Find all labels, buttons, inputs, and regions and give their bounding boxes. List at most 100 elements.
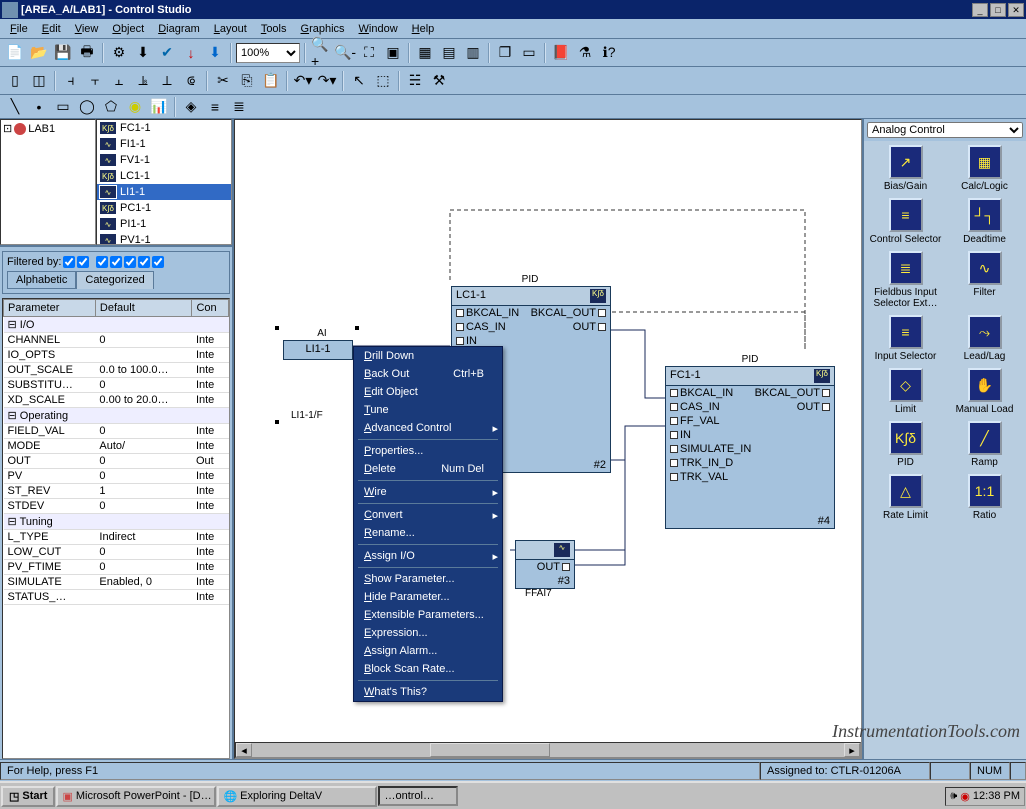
param-cell[interactable]: PV_FTIME — [4, 560, 96, 575]
filter-chk-5[interactable] — [124, 256, 136, 268]
scroll-thumb[interactable] — [430, 743, 550, 757]
tree-item[interactable]: K∫δFC1-1 — [97, 120, 231, 136]
maximize-button[interactable]: □ — [990, 3, 1006, 17]
param-cell[interactable]: Inte — [192, 393, 229, 408]
ctx-properties-[interactable]: Properties... — [354, 442, 502, 460]
scroll-right-icon[interactable]: ▸ — [844, 743, 860, 757]
palette-fieldbus-input-selector-ext-[interactable]: ≣Fieldbus Input Selector Ext… — [868, 251, 943, 309]
ctx-rename-[interactable]: Rename... — [354, 524, 502, 542]
param-cell[interactable]: Inte — [192, 545, 229, 560]
menu-edit[interactable]: Edit — [36, 21, 67, 37]
param-cell[interactable] — [95, 590, 192, 605]
palette-limit[interactable]: ◇Limit — [868, 368, 943, 415]
close-button[interactable]: ✕ — [1008, 3, 1024, 17]
block-ao[interactable]: ∿ OUT #3 — [515, 540, 575, 589]
param-cell[interactable]: Inte — [192, 590, 229, 605]
grid2-icon[interactable]: ▤ — [438, 42, 460, 64]
diagram-canvas[interactable]: AI LI1-1 LI1-1/F PID LC1-1K∫δ BKCAL_INBK… — [234, 119, 862, 759]
zoom-100-icon[interactable]: ▣ — [382, 42, 404, 64]
tray-icon[interactable]: 🕪 — [950, 790, 957, 803]
tree-item[interactable]: ∿LI1-1 — [97, 184, 231, 200]
download-icon[interactable]: ⬇ — [132, 42, 154, 64]
view1-icon[interactable]: ◈ — [180, 96, 202, 118]
param-cell[interactable] — [95, 348, 192, 363]
param-cell[interactable]: OUT_SCALE — [4, 363, 96, 378]
point-icon[interactable]: • — [28, 96, 50, 118]
grid1-icon[interactable]: ▦ — [414, 42, 436, 64]
system-tray[interactable]: 🕪 ◉ 12:38 PM — [945, 787, 1025, 806]
ctx-wire[interactable]: Wire — [354, 483, 502, 501]
misc1-icon[interactable]: ☵ — [404, 70, 426, 92]
zoom-select[interactable]: 100% — [236, 43, 300, 63]
param-cell[interactable]: IO_OPTS — [4, 348, 96, 363]
rect-icon[interactable]: ▭ — [52, 96, 74, 118]
arrow-down-blue-icon[interactable]: ⬇ — [204, 42, 226, 64]
tab-alphabetic[interactable]: Alphabetic — [7, 271, 76, 289]
menu-window[interactable]: Window — [353, 21, 404, 37]
palette-ramp[interactable]: ╱Ramp — [947, 421, 1022, 468]
param-cell[interactable]: Inte — [192, 560, 229, 575]
parameter-table[interactable]: ParameterDefaultCon⊟ I/O CHANNEL0Inte IO… — [2, 298, 230, 759]
param-cell[interactable]: Inte — [192, 439, 229, 454]
task-explorer[interactable]: 🌐Exploring DeltaV — [217, 786, 377, 807]
sel-handle[interactable] — [275, 326, 279, 330]
tab-categorized[interactable]: Categorized — [76, 271, 153, 289]
ctx-tune[interactable]: Tune — [354, 401, 502, 419]
ctx-extensible-parameters-[interactable]: Extensible Parameters... — [354, 606, 502, 624]
filter-chk-7[interactable] — [152, 256, 164, 268]
param-cell[interactable]: STATUS_… — [4, 590, 96, 605]
copy-icon[interactable]: ⎘ — [236, 70, 258, 92]
ellipse-icon[interactable]: ◯ — [76, 96, 98, 118]
param-cell[interactable]: Inte — [192, 348, 229, 363]
param-cell[interactable]: OUT — [4, 454, 96, 469]
sel-handle[interactable] — [275, 420, 279, 424]
tray-icon[interactable]: ◉ — [960, 790, 970, 803]
param-cell[interactable]: Inte — [192, 530, 229, 545]
palette-control-selector[interactable]: ≡Control Selector — [868, 198, 943, 245]
filter-chk-1[interactable] — [63, 256, 75, 268]
ctx-assign-alarm-[interactable]: Assign Alarm... — [354, 642, 502, 660]
param-cell[interactable]: L_TYPE — [4, 530, 96, 545]
palette-rate-limit[interactable]: △Rate Limit — [868, 474, 943, 521]
compile-icon[interactable]: ⚙ — [108, 42, 130, 64]
param-cell[interactable]: 0.00 to 20.0… — [95, 393, 192, 408]
menu-help[interactable]: Help — [406, 21, 441, 37]
param-cell[interactable]: Inte — [192, 378, 229, 393]
pointer-icon[interactable]: ↖ — [348, 70, 370, 92]
param-cell[interactable]: Enabled, 0 — [95, 575, 192, 590]
param-cell[interactable]: CHANNEL — [4, 333, 96, 348]
book-icon[interactable]: 📕 — [550, 42, 572, 64]
param-cell[interactable]: XD_SCALE — [4, 393, 96, 408]
palette-input-selector[interactable]: ≡Input Selector — [868, 315, 943, 362]
print-icon[interactable]: 🖶 — [76, 42, 98, 64]
param-cell[interactable]: 0 — [95, 424, 192, 439]
open-icon[interactable]: 📂 — [28, 42, 50, 64]
menu-layout[interactable]: Layout — [208, 21, 253, 37]
ctx-show-parameter-[interactable]: Show Parameter... — [354, 570, 502, 588]
algn1-icon[interactable]: ▯ — [4, 70, 26, 92]
save-icon[interactable]: 💾 — [52, 42, 74, 64]
tree-blocks[interactable]: K∫δFC1-1∿FI1-1∿FV1-1K∫δLC1-1∿LI1-1K∫δPC1… — [96, 119, 232, 245]
algn5-icon[interactable]: ⫠ — [108, 70, 130, 92]
tree-item[interactable]: K∫δLC1-1 — [97, 168, 231, 184]
ctx-delete[interactable]: DeleteNum Del — [354, 460, 502, 478]
param-cell[interactable]: LOW_CUT — [4, 545, 96, 560]
tree-item[interactable]: ∿PV1-1 — [97, 232, 231, 245]
param-group[interactable]: ⊟ Tuning — [4, 514, 229, 530]
select-icon[interactable]: ⬚ — [372, 70, 394, 92]
param-cell[interactable]: MODE — [4, 439, 96, 454]
param-header[interactable]: Con — [192, 300, 229, 317]
zoom-fit-icon[interactable]: ⛶ — [358, 42, 380, 64]
ctx-edit-object[interactable]: Edit Object — [354, 383, 502, 401]
chart-icon[interactable]: 📊 — [148, 96, 170, 118]
palette-calc-logic[interactable]: ▦Calc/Logic — [947, 145, 1022, 192]
param-cell[interactable]: Inte — [192, 333, 229, 348]
param-cell[interactable]: 0 — [95, 454, 192, 469]
tree-item[interactable]: ∿FV1-1 — [97, 152, 231, 168]
param-group[interactable]: ⊟ I/O — [4, 317, 229, 333]
param-header[interactable]: Default — [95, 300, 192, 317]
scroll-left-icon[interactable]: ◂ — [236, 743, 252, 757]
palette-deadtime[interactable]: ┘┐Deadtime — [947, 198, 1022, 245]
palette-lead-lag[interactable]: ⤳Lead/Lag — [947, 315, 1022, 362]
line-icon[interactable]: ╲ — [4, 96, 26, 118]
